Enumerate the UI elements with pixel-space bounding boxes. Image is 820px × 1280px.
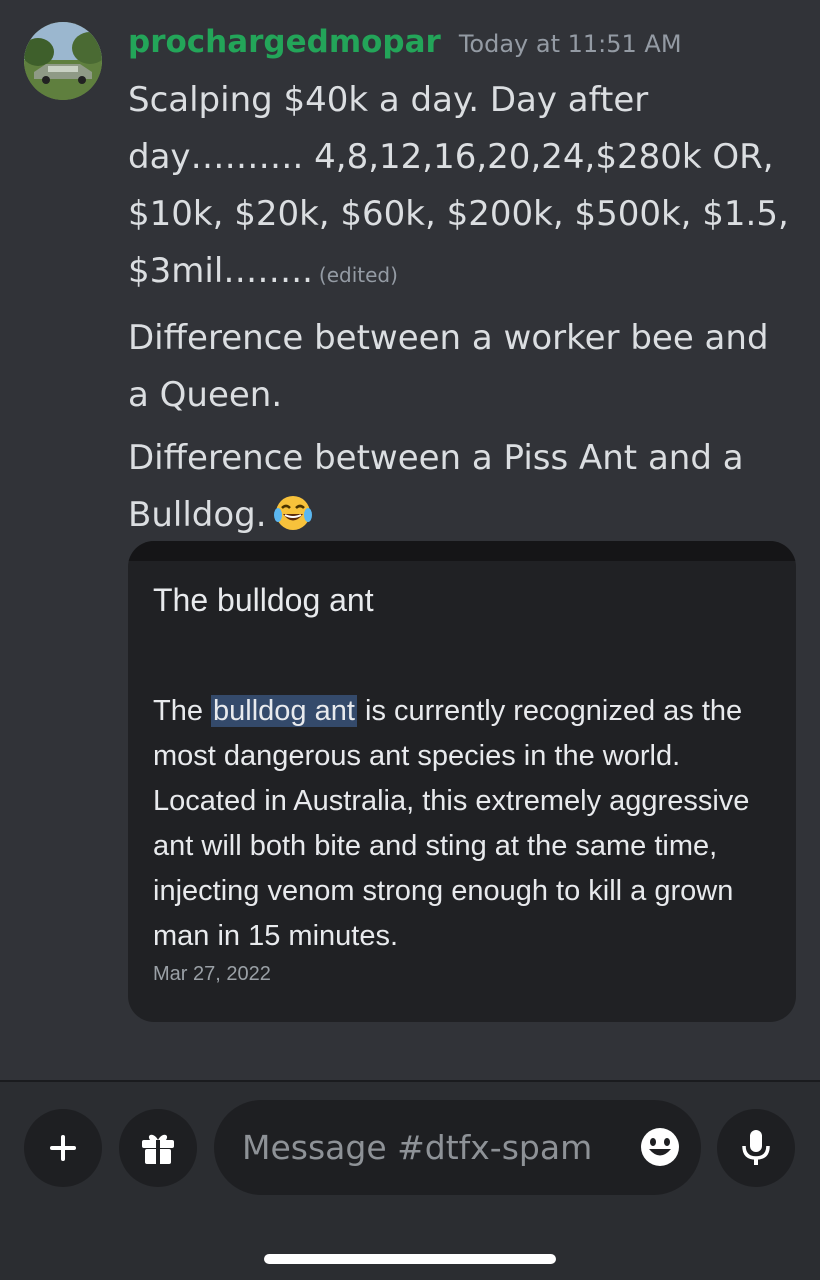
microphone-icon <box>742 1130 770 1165</box>
embed-top-strip <box>128 541 796 561</box>
attach-button[interactable] <box>24 1109 102 1187</box>
emoji-icon[interactable] <box>639 1126 681 1172</box>
embed-highlight: bulldog ant <box>211 695 357 727</box>
message-paragraph-1: Scalping $40k a day. Day after day………. 4… <box>128 72 800 304</box>
embed-text: The bulldog ant is currently recognized … <box>153 689 783 959</box>
message-paragraph-3: Difference between a Piss Ant and a Bull… <box>128 430 800 551</box>
home-indicator[interactable] <box>264 1254 556 1264</box>
gift-icon <box>142 1134 174 1164</box>
avatar[interactable] <box>24 22 102 100</box>
avatar-image <box>24 22 102 100</box>
message-text-3: Difference between a Piss Ant and a Bull… <box>128 438 744 535</box>
message-input-box[interactable] <box>214 1100 701 1195</box>
chat-screen: prochargedmopar Today at 11:51 AM Scalpi… <box>0 0 820 1280</box>
embed-text-before: The <box>153 695 212 727</box>
edited-label: (edited) <box>318 263 398 287</box>
message-input[interactable] <box>242 1128 622 1167</box>
voice-message-button[interactable] <box>717 1109 795 1187</box>
embed-text-after: is currently recognized as the most dang… <box>153 695 750 952</box>
gift-button[interactable] <box>119 1109 197 1187</box>
embed-date: Mar 27, 2022 <box>153 963 271 985</box>
message-header: prochargedmopar Today at 11:51 AM <box>128 24 800 70</box>
embed-title: The bulldog ant <box>153 582 374 618</box>
message-paragraph-2: Difference between a worker bee and a Qu… <box>128 318 769 415</box>
timestamp: Today at 11:51 AM <box>458 30 682 58</box>
message-text-1: Scalping $40k a day. Day after day………. 4… <box>128 80 789 291</box>
username[interactable]: prochargedmopar <box>128 24 441 60</box>
message-body: prochargedmopar Today at 11:51 AM Scalpi… <box>128 24 800 551</box>
image-embed[interactable]: The bulldog ant The bulldog ant is curre… <box>128 541 796 1022</box>
plus-icon <box>50 1135 76 1161</box>
